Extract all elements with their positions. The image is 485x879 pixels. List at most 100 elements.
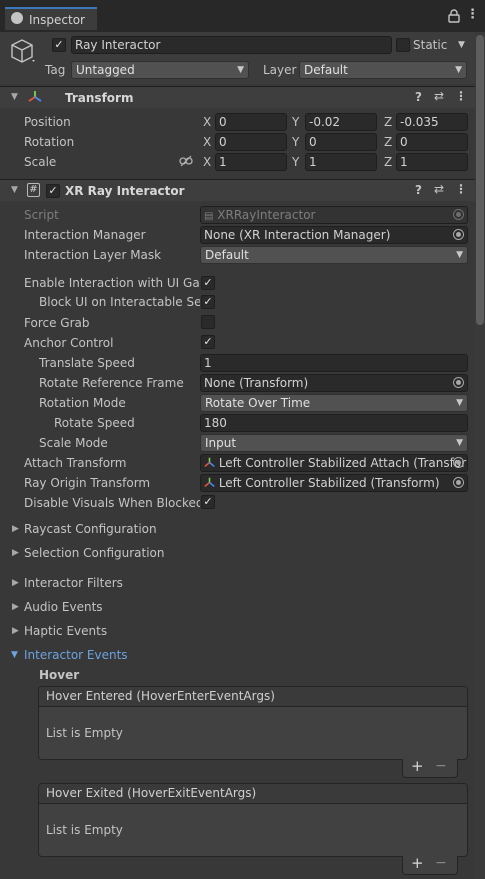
script-label: Script <box>24 208 59 222</box>
rotate-reference-frame-field[interactable]: None (Transform) <box>200 374 468 392</box>
object-name-field[interactable]: Ray Interactor <box>71 36 392 54</box>
constrain-proportions-icon[interactable] <box>179 155 193 170</box>
axis-x-label[interactable]: X <box>203 135 211 149</box>
axis-x-label[interactable]: X <box>203 115 211 129</box>
enable-ui-label: Enable Interaction with UI Game <box>24 276 200 290</box>
list-empty-label: List is Empty <box>46 726 123 740</box>
object-picker-icon[interactable] <box>453 229 464 240</box>
interaction-layer-mask-value: Default <box>205 248 249 262</box>
axis-z-label[interactable]: Z <box>384 115 392 129</box>
help-icon[interactable]: ? <box>415 90 422 104</box>
foldout-arrow-icon[interactable]: ▶ <box>12 578 19 588</box>
hover-entered-event: Hover Entered (HoverEnterEventArgs) List… <box>38 686 468 760</box>
position-label: Position <box>24 115 71 129</box>
interactor-events-foldout[interactable]: Interactor Events <box>24 648 128 662</box>
foldout-arrow-icon[interactable]: ▶ <box>12 524 19 534</box>
axis-z-label[interactable]: Z <box>384 155 392 169</box>
chevron-down-icon: ▼ <box>237 65 244 75</box>
object-picker-icon[interactable] <box>453 377 464 388</box>
ray-origin-transform-field[interactable]: Left Controller Stabilized (Transform) <box>200 474 468 492</box>
rotation-x-field[interactable]: 0 <box>215 133 287 151</box>
transform-icon <box>204 457 215 468</box>
script-field: ▤ XRRayInteractor <box>200 206 468 224</box>
foldout-arrow-icon[interactable]: ▶ <box>12 548 19 558</box>
disable-visuals-label: Disable Visuals When Blocked I <box>24 496 200 510</box>
selection-configuration-foldout[interactable]: Selection Configuration <box>24 546 165 560</box>
rotate-speed-field[interactable]: 180 <box>200 414 468 432</box>
static-dropdown-arrow[interactable]: ▼ <box>458 40 465 50</box>
transform-header[interactable]: ▼ Transform ? ⇄ ⋮ <box>0 86 485 108</box>
foldout-arrow-icon[interactable]: ▼ <box>11 650 18 660</box>
scrollbar-thumb[interactable] <box>476 35 484 325</box>
axis-y-label[interactable]: Y <box>292 155 299 169</box>
rotation-label: Rotation <box>24 135 75 149</box>
tab-inspector[interactable]: Inspector <box>5 7 97 30</box>
object-picker-icon[interactable] <box>453 477 464 488</box>
component-enabled-checkbox[interactable]: ✓ <box>46 184 60 198</box>
script-value: XRRayInteractor <box>217 208 316 222</box>
menu-icon[interactable]: ⋮ <box>455 89 467 103</box>
scale-y-field[interactable]: 1 <box>305 153 377 171</box>
rotation-y-field[interactable]: 0 <box>305 133 377 151</box>
tab-label: Inspector <box>29 13 85 27</box>
layer-dropdown[interactable]: Default ▼ <box>299 61 467 79</box>
audio-events-foldout[interactable]: Audio Events <box>24 600 103 614</box>
interaction-layer-mask-dropdown[interactable]: Default ▼ <box>200 246 468 264</box>
interactor-filters-foldout[interactable]: Interactor Filters <box>24 576 123 590</box>
translate-speed-label: Translate Speed <box>39 356 135 370</box>
scale-x-field[interactable]: 1 <box>215 153 287 171</box>
tag-dropdown[interactable]: Untagged ▼ <box>71 61 249 79</box>
foldout-arrow-icon[interactable]: ▶ <box>12 602 19 612</box>
anchor-control-checkbox[interactable]: ✓ <box>201 335 215 349</box>
attach-transform-field[interactable]: Left Controller Stabilized Attach (Trans… <box>200 454 468 472</box>
add-listener-button[interactable]: + <box>411 854 424 872</box>
axis-y-label[interactable]: Y <box>292 135 299 149</box>
object-picker-icon <box>453 209 464 220</box>
chevron-down-icon: ▼ <box>456 250 463 260</box>
event-title: Hover Exited (HoverExitEventArgs) <box>46 786 257 800</box>
menu-icon[interactable]: ⋮ <box>466 7 479 22</box>
rotate-speed-label: Rotate Speed <box>54 416 135 430</box>
menu-icon[interactable]: ⋮ <box>455 182 467 196</box>
disable-visuals-checkbox[interactable]: ✓ <box>201 495 215 509</box>
xr-ray-interactor-header[interactable]: ▼ # ✓ XR Ray Interactor ? ⇄ ⋮ <box>0 179 485 201</box>
block-ui-checkbox[interactable]: ✓ <box>201 295 215 309</box>
object-picker-icon[interactable] <box>453 457 464 468</box>
help-icon[interactable]: ? <box>415 183 422 197</box>
translate-speed-field[interactable]: 1 <box>200 354 468 372</box>
force-grab-checkbox[interactable] <box>201 315 215 329</box>
presets-icon[interactable]: ⇄ <box>434 182 444 196</box>
scale-mode-value: Input <box>205 436 237 450</box>
add-listener-button[interactable]: + <box>411 757 424 775</box>
position-y-field[interactable]: -0.02 <box>305 113 377 131</box>
rotation-z-field[interactable]: 0 <box>396 133 468 151</box>
raycast-configuration-foldout[interactable]: Raycast Configuration <box>24 522 157 536</box>
active-checkbox[interactable]: ✓ <box>52 38 66 52</box>
lock-icon[interactable] <box>448 9 460 27</box>
position-x-field[interactable]: 0 <box>215 113 287 131</box>
presets-icon[interactable]: ⇄ <box>434 89 444 103</box>
position-z-field[interactable]: -0.035 <box>396 113 468 131</box>
list-empty-label: List is Empty <box>46 823 123 837</box>
remove-listener-button[interactable]: − <box>435 758 447 774</box>
axis-x-label[interactable]: X <box>203 155 211 169</box>
rotation-mode-value: Rotate Over Time <box>205 396 311 410</box>
rotation-mode-dropdown[interactable]: Rotate Over Time ▼ <box>200 394 468 412</box>
gameobject-cube-icon[interactable] <box>10 38 38 67</box>
enable-ui-checkbox[interactable]: ✓ <box>201 276 215 290</box>
axis-y-label[interactable]: Y <box>292 115 299 129</box>
foldout-arrow-icon[interactable]: ▶ <box>12 626 19 636</box>
transform-icon <box>204 477 215 488</box>
info-icon <box>11 12 23 24</box>
static-checkbox[interactable] <box>396 38 410 52</box>
axis-z-label[interactable]: Z <box>384 135 392 149</box>
haptic-events-foldout[interactable]: Haptic Events <box>24 624 107 638</box>
interaction-manager-field[interactable]: None (XR Interaction Manager) <box>200 226 468 244</box>
ray-origin-transform-label: Ray Origin Transform <box>24 476 151 490</box>
remove-listener-button[interactable]: − <box>435 855 447 871</box>
transform-icon <box>28 90 42 107</box>
scale-z-field[interactable]: 1 <box>396 153 468 171</box>
scale-mode-dropdown[interactable]: Input ▼ <box>200 434 468 452</box>
tag-value: Untagged <box>76 63 135 77</box>
attach-transform-label: Attach Transform <box>24 456 127 470</box>
